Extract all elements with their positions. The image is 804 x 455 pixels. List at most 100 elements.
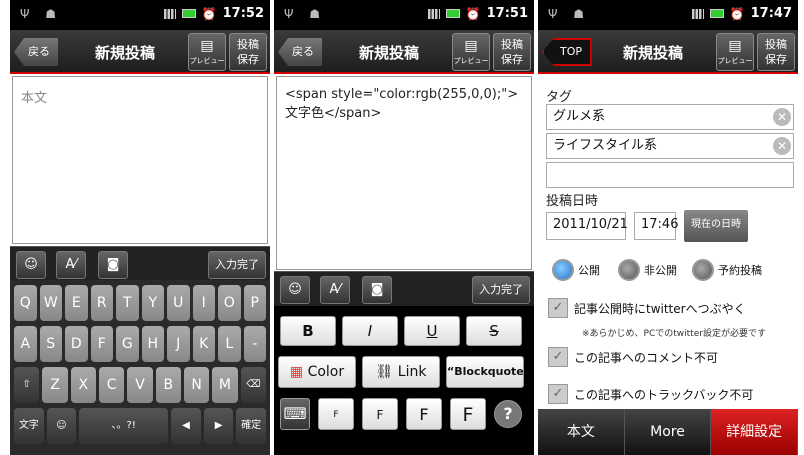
key[interactable]: V bbox=[127, 367, 153, 403]
date-label: 投稿日時 bbox=[546, 194, 599, 209]
clock: 17:52 bbox=[222, 6, 264, 21]
save-post-button[interactable]: 投稿 保存 bbox=[493, 33, 531, 71]
blockquote-button[interactable]: “Blockquote bbox=[446, 356, 524, 388]
body-editor[interactable]: <span style="color:rgb(255,0,0);">文字色</s… bbox=[276, 76, 532, 270]
italic-button[interactable]: I bbox=[342, 316, 398, 346]
key[interactable]: O bbox=[218, 285, 241, 321]
save-post-button[interactable]: 投稿 保存 bbox=[229, 33, 267, 71]
radio-label: 予約投稿 bbox=[718, 264, 762, 277]
underline-button[interactable]: U bbox=[404, 316, 460, 346]
tab-body[interactable]: 本文 bbox=[538, 409, 625, 455]
key[interactable]: 確定 bbox=[236, 408, 266, 444]
key[interactable]: D bbox=[65, 326, 88, 362]
key[interactable]: I bbox=[192, 285, 215, 321]
key[interactable]: ◀ bbox=[171, 408, 201, 444]
body-editor[interactable]: 本文 bbox=[12, 76, 268, 244]
key[interactable]: W bbox=[39, 285, 62, 321]
clear-icon[interactable]: ✕ bbox=[773, 137, 791, 155]
title-bar: 戻る 新規投稿 ▤ プレビュー 投稿 保存 bbox=[10, 30, 270, 74]
preview-button[interactable]: ▤ プレビュー bbox=[188, 33, 226, 71]
save-label-2: 保存 bbox=[501, 53, 523, 66]
date-field[interactable]: 2011/10/21 bbox=[546, 212, 628, 240]
key[interactable]: R bbox=[90, 285, 113, 321]
radio-private[interactable]: 非公開 bbox=[618, 259, 677, 281]
key[interactable]: Q bbox=[14, 285, 37, 321]
font-size-l-button[interactable]: F bbox=[450, 398, 486, 430]
top-button[interactable]: TOP bbox=[542, 38, 593, 66]
key[interactable]: N bbox=[183, 367, 210, 403]
clear-icon[interactable]: ✕ bbox=[773, 108, 791, 126]
key[interactable]: - bbox=[243, 326, 266, 362]
radio-scheduled[interactable]: 予約投稿 bbox=[692, 259, 762, 281]
key[interactable]: Z bbox=[42, 367, 68, 403]
spell-icon[interactable]: A⁄ bbox=[56, 251, 86, 279]
color-button[interactable]: ▦ Color bbox=[278, 356, 356, 388]
emoji-button[interactable]: ☺ bbox=[280, 276, 310, 304]
bold-button[interactable]: B bbox=[280, 316, 336, 346]
help-icon[interactable]: ? bbox=[494, 400, 522, 428]
key[interactable]: C bbox=[98, 367, 125, 403]
tag-field[interactable]: グルメ系 ✕ bbox=[546, 104, 794, 130]
key[interactable]: H bbox=[141, 326, 164, 362]
checkbox-no-trackbacks[interactable]: ✓ この記事へのトラックバック不可 bbox=[548, 384, 753, 404]
preview-button[interactable]: ▤ プレビュー bbox=[452, 33, 490, 71]
font-size-s-button[interactable]: F bbox=[362, 398, 398, 430]
key[interactable]: M bbox=[212, 367, 238, 403]
status-bar: Ψ ☗ ⏰ 17:51 bbox=[274, 0, 534, 30]
back-button[interactable]: 戻る bbox=[278, 38, 322, 66]
input-done-button[interactable]: 入力完了 bbox=[472, 276, 530, 304]
clock: 17:51 bbox=[486, 6, 528, 21]
link-icon: ⛓ bbox=[375, 364, 394, 380]
key[interactable]: ⇧ bbox=[14, 367, 40, 403]
status-bar: Ψ ☗ ⏰ 17:47 bbox=[538, 0, 798, 30]
spell-icon[interactable]: A⁄ bbox=[320, 276, 350, 304]
clock: 17:47 bbox=[750, 6, 792, 21]
key[interactable]: 、。?! bbox=[79, 408, 169, 444]
key[interactable]: A bbox=[14, 326, 37, 362]
keyboard-row: QWERTYUIOP bbox=[14, 285, 266, 321]
camera-button[interactable]: ◙ bbox=[362, 276, 392, 304]
input-accessory-bar: ☺ A⁄ ◙ 入力完了 bbox=[10, 246, 270, 282]
time-field[interactable]: 17:46 bbox=[634, 212, 678, 240]
link-button[interactable]: ⛓ Link bbox=[362, 356, 440, 388]
save-post-button[interactable]: 投稿 保存 bbox=[757, 33, 795, 71]
keyboard-toggle-icon[interactable]: ⌨ bbox=[280, 398, 310, 430]
tag-field[interactable] bbox=[546, 162, 794, 188]
key[interactable]: E bbox=[65, 285, 88, 321]
now-button[interactable]: 現在の日時 bbox=[684, 210, 748, 242]
key[interactable]: ⌫ bbox=[240, 367, 266, 403]
key[interactable]: K bbox=[192, 326, 215, 362]
back-button[interactable]: 戻る bbox=[14, 38, 58, 66]
key[interactable]: ☺ bbox=[46, 408, 77, 444]
tab-more[interactable]: More bbox=[624, 409, 712, 455]
tab-detail-settings[interactable]: 詳細設定 bbox=[711, 409, 798, 455]
checkbox-twitter[interactable]: ✓ 記事公開時にtwitterへつぶやく bbox=[548, 298, 746, 318]
save-label-2: 保存 bbox=[765, 53, 787, 66]
key[interactable]: 文字 bbox=[14, 408, 44, 444]
key[interactable]: L bbox=[218, 326, 241, 362]
key[interactable]: X bbox=[70, 367, 96, 403]
key[interactable]: U bbox=[167, 285, 190, 321]
key[interactable]: Y bbox=[141, 285, 164, 321]
input-done-button[interactable]: 入力完了 bbox=[208, 251, 266, 279]
document-icon: ▤ bbox=[464, 38, 478, 54]
key[interactable]: B bbox=[155, 367, 181, 403]
key[interactable]: G bbox=[116, 326, 139, 362]
emoji-button[interactable]: ☺ bbox=[16, 251, 46, 279]
tag-field[interactable]: ライフスタイル系 ✕ bbox=[546, 133, 794, 159]
key[interactable]: J bbox=[167, 326, 190, 362]
key[interactable]: ▶ bbox=[203, 408, 234, 444]
check-icon: ✓ bbox=[548, 384, 568, 404]
radio-label: 公開 bbox=[578, 264, 600, 277]
checkbox-no-comments[interactable]: ✓ この記事へのコメント不可 bbox=[548, 347, 718, 367]
camera-button[interactable]: ◙ bbox=[98, 251, 128, 279]
radio-public[interactable]: 公開 bbox=[552, 259, 600, 281]
strike-button[interactable]: S bbox=[466, 316, 522, 346]
font-size-m-button[interactable]: F bbox=[406, 398, 442, 430]
key[interactable]: T bbox=[116, 285, 139, 321]
preview-button[interactable]: ▤ プレビュー bbox=[716, 33, 754, 71]
key[interactable]: F bbox=[90, 326, 113, 362]
key[interactable]: P bbox=[243, 285, 266, 321]
font-size-xs-button[interactable]: F bbox=[318, 398, 354, 430]
key[interactable]: S bbox=[39, 326, 62, 362]
